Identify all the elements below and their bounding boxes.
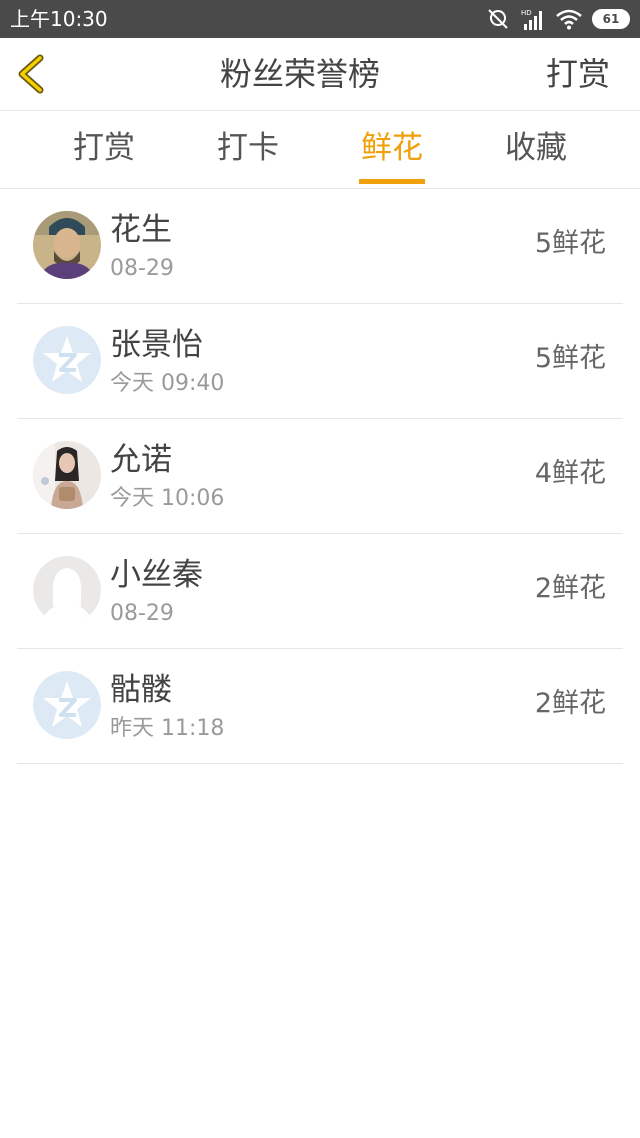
avatar <box>33 211 101 279</box>
tab-bar: 打赏 打卡 鲜花 收藏 <box>0 111 640 189</box>
user-name: 骷髅 <box>110 672 172 708</box>
avatar <box>33 671 101 739</box>
tab-favorites[interactable]: 收藏 <box>486 128 586 168</box>
tab-flowers[interactable]: 鲜花 <box>342 128 442 168</box>
chevron-left-icon <box>18 54 44 94</box>
list-item[interactable]: 允诺 今天 10:06 4鲜花 <box>17 419 623 534</box>
flower-count: 2鲜花 <box>534 688 606 719</box>
timestamp: 08-29 <box>110 601 174 626</box>
signal-icon: HD <box>521 9 542 30</box>
reward-button[interactable]: 打赏 <box>546 54 610 94</box>
default-avatar-icon <box>33 671 101 739</box>
status-bar: 上午10:30 HD 61 <box>0 0 640 38</box>
timestamp: 08-29 <box>110 256 174 281</box>
list-item[interactable]: 花生 08-29 5鲜花 <box>17 189 623 304</box>
timestamp: 昨天 11:18 <box>110 716 225 741</box>
page-title: 粉丝荣誉榜 <box>219 55 380 93</box>
fan-ranking-list: 花生 08-29 5鲜花 张景怡 今天 09:40 5鲜花 允诺 今天 10:0… <box>0 189 640 764</box>
status-icons: HD 61 <box>476 7 630 31</box>
wifi-icon <box>556 9 582 30</box>
girl-avatar-icon <box>33 441 101 509</box>
tab-check-in[interactable]: 打卡 <box>198 128 298 168</box>
flower-count: 2鲜花 <box>534 573 606 604</box>
default-avatar-icon <box>33 326 101 394</box>
back-button[interactable] <box>12 52 56 96</box>
nav-bar: 粉丝荣誉榜 打赏 <box>0 38 640 111</box>
user-name: 允诺 <box>110 442 172 478</box>
avatar <box>33 556 101 624</box>
tab-reward[interactable]: 打赏 <box>54 128 154 168</box>
silhouette-avatar-icon <box>33 556 101 624</box>
flower-count: 4鲜花 <box>534 458 606 489</box>
battery-icon: 61 <box>592 9 630 29</box>
alarm-off-icon <box>488 9 508 29</box>
user-name: 张景怡 <box>110 327 203 363</box>
portrait-avatar-icon <box>33 211 101 279</box>
timestamp: 今天 09:40 <box>110 371 225 396</box>
list-item[interactable]: 张景怡 今天 09:40 5鲜花 <box>17 304 623 419</box>
active-tab-indicator <box>359 179 425 184</box>
avatar <box>33 441 101 509</box>
status-time: 上午10:30 <box>10 7 108 31</box>
flower-count: 5鲜花 <box>534 343 606 374</box>
list-item[interactable]: 骷髅 昨天 11:18 2鲜花 <box>17 649 623 764</box>
list-item[interactable]: 小丝秦 08-29 2鲜花 <box>17 534 623 649</box>
flower-count: 5鲜花 <box>534 228 606 259</box>
timestamp: 今天 10:06 <box>110 486 225 511</box>
hd-label: HD <box>521 9 532 17</box>
user-name: 花生 <box>110 212 172 248</box>
user-name: 小丝秦 <box>110 557 203 593</box>
avatar <box>33 326 101 394</box>
